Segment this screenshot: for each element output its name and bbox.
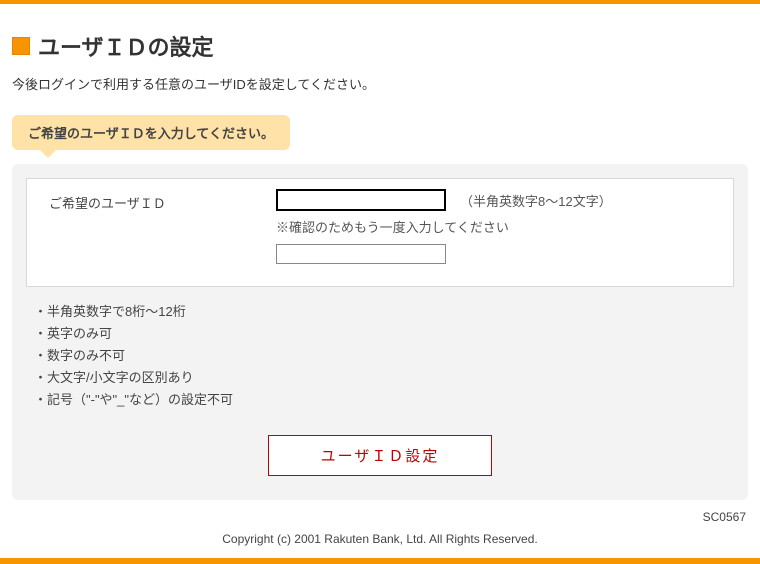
userid-label: ご希望のユーザＩＤ: [41, 189, 276, 212]
button-row: ユーザＩＤ設定: [26, 417, 734, 486]
rule-item: ・半角英数字で8桁～12桁: [34, 301, 734, 323]
rule-item: ・記号（"-"や"_"など）の設定不可: [34, 389, 734, 411]
userid-input-line: （半角英数字8～12文字）: [276, 189, 719, 211]
page-container: ユーザＩＤの設定 今後ログインで利用する任意のユーザIDを設定してください。 ご…: [0, 4, 760, 500]
instruction-bubble: ご希望のユーザＩＤを入力してください。: [12, 115, 290, 150]
form-row: ご希望のユーザＩＤ （半角英数字8～12文字） ※確認のためもう一度入力してくだ…: [41, 189, 719, 270]
intro-text: 今後ログインで利用する任意のユーザIDを設定してください。: [12, 74, 748, 93]
rule-item: ・英字のみ可: [34, 323, 734, 345]
page-title: ユーザＩＤの設定: [38, 30, 214, 62]
form-fields: （半角英数字8～12文字） ※確認のためもう一度入力してください: [276, 189, 719, 270]
copyright: Copyright (c) 2001 Rakuten Bank, Ltd. Al…: [0, 528, 760, 558]
userid-confirm-line: [276, 244, 719, 264]
userid-confirm-input[interactable]: [276, 244, 446, 264]
square-icon: [12, 37, 30, 55]
rules-list: ・半角英数字で8桁～12桁 ・英字のみ可 ・数字のみ不可 ・大文字/小文字の区別…: [34, 301, 734, 411]
userid-hint: （半角英数字8～12文字）: [460, 191, 612, 210]
rule-item: ・数字のみ不可: [34, 345, 734, 367]
userid-input[interactable]: [276, 189, 446, 211]
screen-code: SC0567: [0, 500, 760, 528]
page-title-row: ユーザＩＤの設定: [12, 30, 748, 62]
bottom-accent-bar: [0, 558, 760, 564]
rule-item: ・大文字/小文字の区別あり: [34, 367, 734, 389]
submit-button[interactable]: ユーザＩＤ設定: [268, 435, 493, 476]
instruction-bubble-wrap: ご希望のユーザＩＤを入力してください。: [12, 115, 748, 150]
form-box: ご希望のユーザＩＤ （半角英数字8～12文字） ※確認のためもう一度入力してくだ…: [26, 178, 734, 287]
form-panel: ご希望のユーザＩＤ （半角英数字8～12文字） ※確認のためもう一度入力してくだ…: [12, 164, 748, 500]
confirm-note: ※確認のためもう一度入力してください: [276, 217, 719, 236]
